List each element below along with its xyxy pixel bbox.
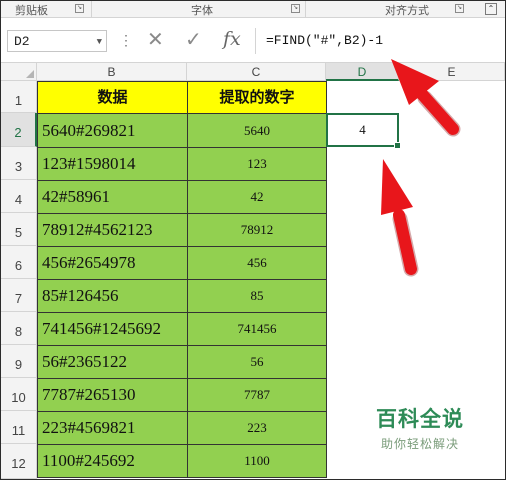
watermark-logo: 百科全说 助你轻松解决 <box>365 403 475 452</box>
watermark-title: 百科全说 <box>376 408 464 431</box>
arrow-to-cell-icon <box>381 159 419 277</box>
spreadsheet-window: 剪贴板 ↘ 字体 ↘ 对齐方式 ↘ ⌃ D2 ▼ ⋮ ✕ ✓ fx =FIND(… <box>0 0 506 480</box>
arrow-to-formula-icon <box>391 59 461 137</box>
watermark-subtitle: 助你轻松解决 <box>380 437 459 451</box>
